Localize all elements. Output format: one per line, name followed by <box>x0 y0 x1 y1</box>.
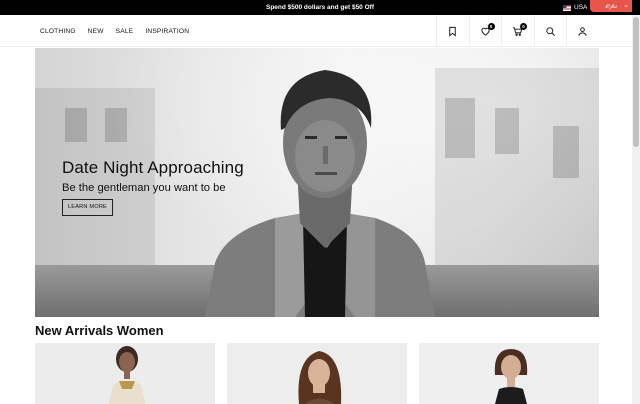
nav-item-clothing[interactable]: CLOTHING <box>40 28 76 35</box>
hero-banner: Date Night Approaching Be the gentleman … <box>35 48 599 317</box>
hero-subtitle: Be the gentleman you want to be <box>62 182 226 194</box>
product-image <box>35 343 215 404</box>
account-button[interactable] <box>566 15 599 47</box>
product-grid <box>35 343 599 404</box>
product-card[interactable] <box>419 343 599 404</box>
section-title: New Arrivals Women <box>35 323 164 338</box>
product-card[interactable] <box>227 343 407 404</box>
page-scrollbar[interactable] <box>632 15 640 404</box>
wishlist-count: 0 <box>487 23 495 30</box>
bookmark-icon <box>449 26 456 37</box>
cart-count: 0 <box>520 23 527 30</box>
nav-item-new[interactable]: NEW <box>88 28 104 35</box>
chevron-down-icon: ⌄ <box>623 1 629 9</box>
promo-bar: Spend $500 dollars and get $50 Off USA ⌄… <box>0 0 640 15</box>
search-icon <box>546 26 555 36</box>
product-image <box>419 343 599 404</box>
learn-more-button[interactable]: LEARN MORE <box>62 199 113 216</box>
site-header: CLOTHING NEW SALE INSPIRATION 0 0 <box>0 15 632 47</box>
main-nav: CLOTHING NEW SALE INSPIRATION <box>40 15 189 47</box>
bookmark-button[interactable] <box>436 15 469 47</box>
brand-badge-text: ℯ𝓅𝓈 <box>605 1 617 10</box>
wishlist-button[interactable]: 0 <box>468 15 502 47</box>
brand-badge[interactable]: ℯ𝓅𝓈 ⌄ <box>590 0 632 12</box>
nav-item-inspiration[interactable]: INSPIRATION <box>145 28 189 35</box>
nav-item-sale[interactable]: SALE <box>116 28 134 35</box>
cart-button[interactable]: 0 <box>501 15 534 47</box>
window <box>445 98 475 158</box>
window <box>65 108 87 142</box>
window <box>105 108 127 142</box>
product-image <box>227 343 407 404</box>
us-flag-icon <box>563 4 571 11</box>
locale-country: USA <box>574 4 588 11</box>
hero-copy: Date Night Approaching Be the gentleman … <box>62 158 244 216</box>
promo-text: Spend $500 dollars and get $50 Off <box>265 4 374 11</box>
user-icon <box>578 26 587 36</box>
window <box>553 126 579 178</box>
search-button[interactable] <box>533 15 567 47</box>
scrollbar-thumb[interactable] <box>633 17 639 147</box>
window <box>495 108 519 154</box>
header-icons: 0 0 <box>436 15 599 47</box>
hero-title: Date Night Approaching <box>62 158 244 177</box>
product-card[interactable] <box>35 343 215 404</box>
